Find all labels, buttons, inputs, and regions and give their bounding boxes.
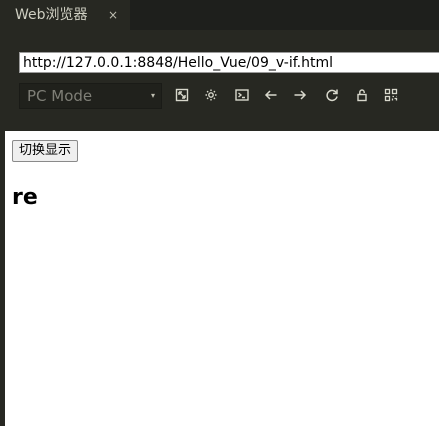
lock-icon[interactable] (353, 86, 371, 104)
settings-icon[interactable] (202, 86, 220, 104)
tab-title: Web浏览器 (15, 7, 88, 23)
device-mode-value: PC Mode (27, 87, 93, 105)
chevron-down-icon: ▾ (150, 91, 155, 100)
page-heading: re (12, 185, 38, 210)
console-icon[interactable] (233, 86, 251, 104)
device-mode-select[interactable]: PC Mode ▾ (19, 83, 162, 109)
resize-icon[interactable] (173, 86, 191, 104)
tab-web-browser[interactable]: Web浏览器 × (0, 0, 130, 30)
toggle-display-button[interactable]: 切换显示 (12, 140, 79, 162)
address-bar-input[interactable] (19, 52, 439, 73)
browser-toolbar: PC Mode ▾ (0, 30, 439, 131)
forward-arrow-icon[interactable] (291, 86, 309, 104)
refresh-icon[interactable] (323, 86, 341, 104)
qr-code-icon[interactable] (382, 86, 400, 104)
page-viewport: 切换显示 re (5, 131, 439, 426)
back-arrow-icon[interactable] (262, 86, 280, 104)
close-icon[interactable]: × (106, 0, 120, 30)
tab-strip: Web浏览器 × (0, 0, 439, 30)
